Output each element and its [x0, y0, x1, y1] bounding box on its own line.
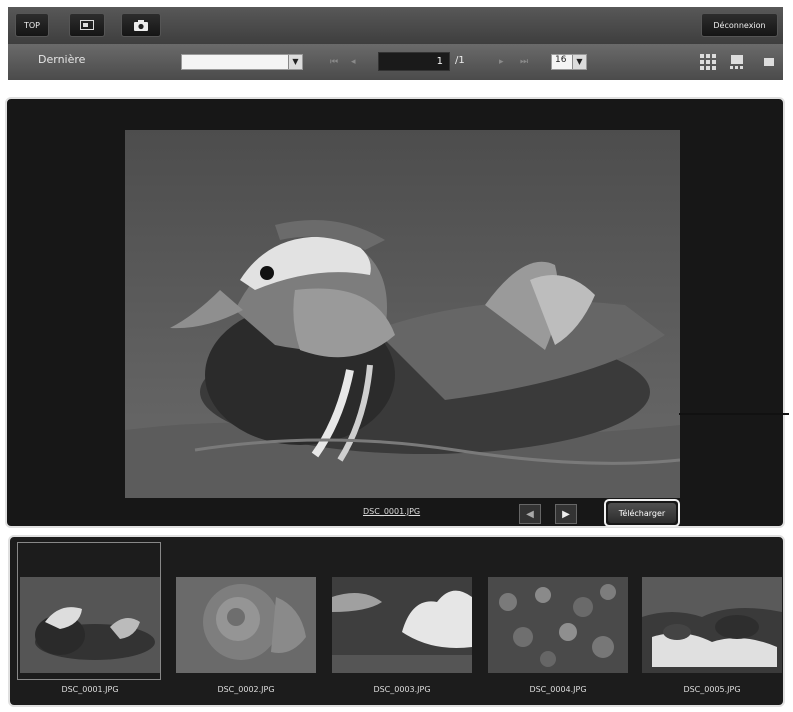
- top-button-label: TOP: [23, 20, 40, 30]
- download-label: Télécharger: [608, 503, 676, 523]
- thumbnail-item[interactable]: [488, 577, 628, 673]
- camera-button[interactable]: [121, 13, 161, 37]
- slideshow-button[interactable]: [69, 13, 105, 37]
- thumbnail-item[interactable]: [332, 577, 472, 673]
- stream-thumbnail-image: [642, 577, 782, 673]
- flowers-thumbnail-image: [488, 577, 628, 673]
- thumbnail-label[interactable]: DSC_0003.JPG: [327, 685, 477, 694]
- navigation-bar: Dernière ▼ ⏮ ◂ 1 /1 ▸ ⏭ 16 ▼: [8, 44, 783, 80]
- chevron-down-icon: ▼: [572, 55, 586, 69]
- slideshow-icon: [80, 20, 94, 30]
- thumbnail-label[interactable]: DSC_0002.JPG: [171, 685, 321, 694]
- thumbnail-label[interactable]: DSC_0004.JPG: [483, 685, 633, 694]
- top-toolbar: TOP Déconnexion: [8, 7, 783, 45]
- logout-button[interactable]: Déconnexion: [701, 13, 778, 37]
- previous-image-button[interactable]: ◀: [519, 504, 541, 524]
- clouds-thumbnail-image: [332, 577, 472, 673]
- thumbnail-item[interactable]: [642, 577, 782, 673]
- page-total: /1: [455, 55, 465, 66]
- prev-page-button[interactable]: ◂: [351, 57, 356, 67]
- per-page-select[interactable]: 16 ▼: [551, 54, 587, 70]
- thumbnail-item[interactable]: [176, 577, 316, 673]
- grid-view-icon[interactable]: [700, 54, 716, 70]
- next-image-button[interactable]: ▶: [555, 504, 577, 524]
- main-photo[interactable]: [125, 130, 680, 498]
- camera-icon: [134, 19, 148, 31]
- fullscreen-view-icon[interactable]: [761, 54, 777, 70]
- download-button[interactable]: Télécharger: [604, 499, 680, 527]
- page-number-input[interactable]: 1: [378, 52, 450, 71]
- date-select[interactable]: ▼: [181, 54, 303, 70]
- sort-label: Dernière: [38, 53, 86, 66]
- logout-label: Déconnexion: [713, 20, 766, 30]
- chevron-down-icon: ▼: [288, 55, 302, 69]
- rose-thumbnail-image: [176, 577, 316, 673]
- next-page-button[interactable]: ▸: [499, 57, 504, 67]
- single-view-icon[interactable]: [729, 54, 745, 70]
- mandarin-duck-image: [125, 130, 680, 498]
- thumbnail-strip: DSC_0001.JPG DSC_0002.JPG DSC_0003.JPG D…: [8, 535, 785, 707]
- thumbnail-label[interactable]: DSC_0005.JPG: [637, 685, 787, 694]
- first-page-button[interactable]: ⏮: [330, 57, 338, 67]
- right-arrow-icon: ▶: [562, 508, 570, 520]
- image-filename[interactable]: DSC_0001.JPG: [363, 507, 420, 516]
- callout-line: [679, 413, 789, 415]
- last-page-button[interactable]: ⏭: [520, 57, 528, 67]
- thumbnail-label[interactable]: DSC_0001.JPG: [15, 685, 165, 694]
- thumbnail-item[interactable]: [20, 577, 160, 673]
- left-arrow-icon: ◀: [526, 508, 534, 520]
- top-button[interactable]: TOP: [15, 13, 49, 37]
- image-viewer: DSC_0001.JPG ◀ ▶ Télécharger: [5, 97, 785, 528]
- duck-thumbnail-image: [20, 577, 160, 673]
